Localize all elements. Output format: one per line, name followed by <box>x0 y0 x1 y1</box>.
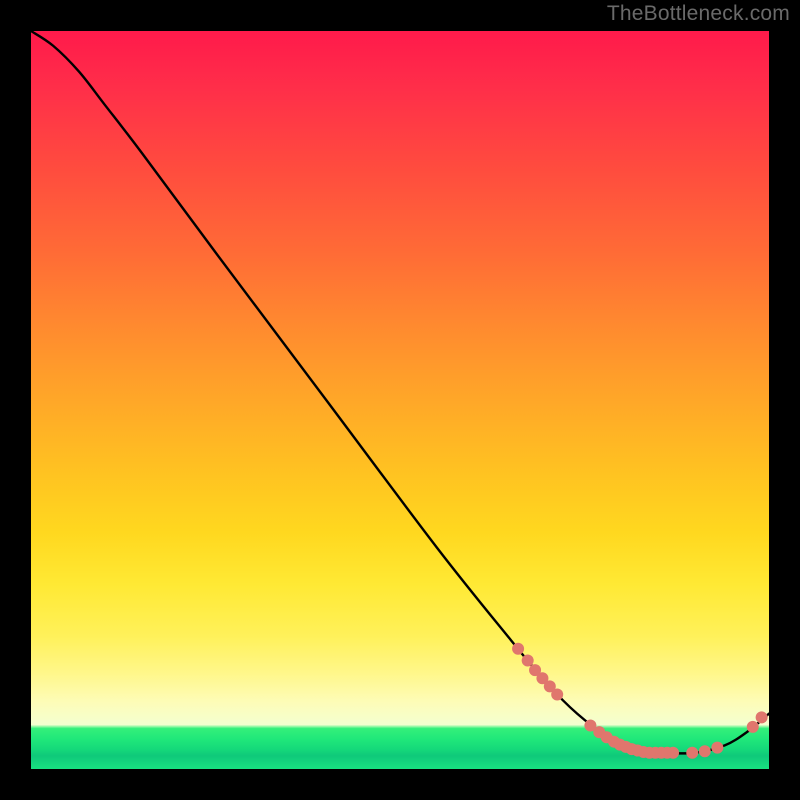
main-curve <box>31 31 769 753</box>
chart-svg <box>31 31 769 769</box>
marker-dot <box>711 742 723 754</box>
marker-dot <box>522 655 534 667</box>
curve-layer <box>31 31 769 753</box>
marker-dot <box>512 643 524 655</box>
marker-dot <box>667 747 679 759</box>
watermark-text: TheBottleneck.com <box>607 2 790 26</box>
plot-area <box>31 31 769 769</box>
markers-layer <box>512 643 768 759</box>
marker-dot <box>756 711 768 723</box>
marker-dot <box>699 745 711 757</box>
marker-dot <box>686 747 698 759</box>
chart-frame: TheBottleneck.com <box>0 0 800 800</box>
marker-dot <box>551 688 563 700</box>
marker-dot <box>747 721 759 733</box>
